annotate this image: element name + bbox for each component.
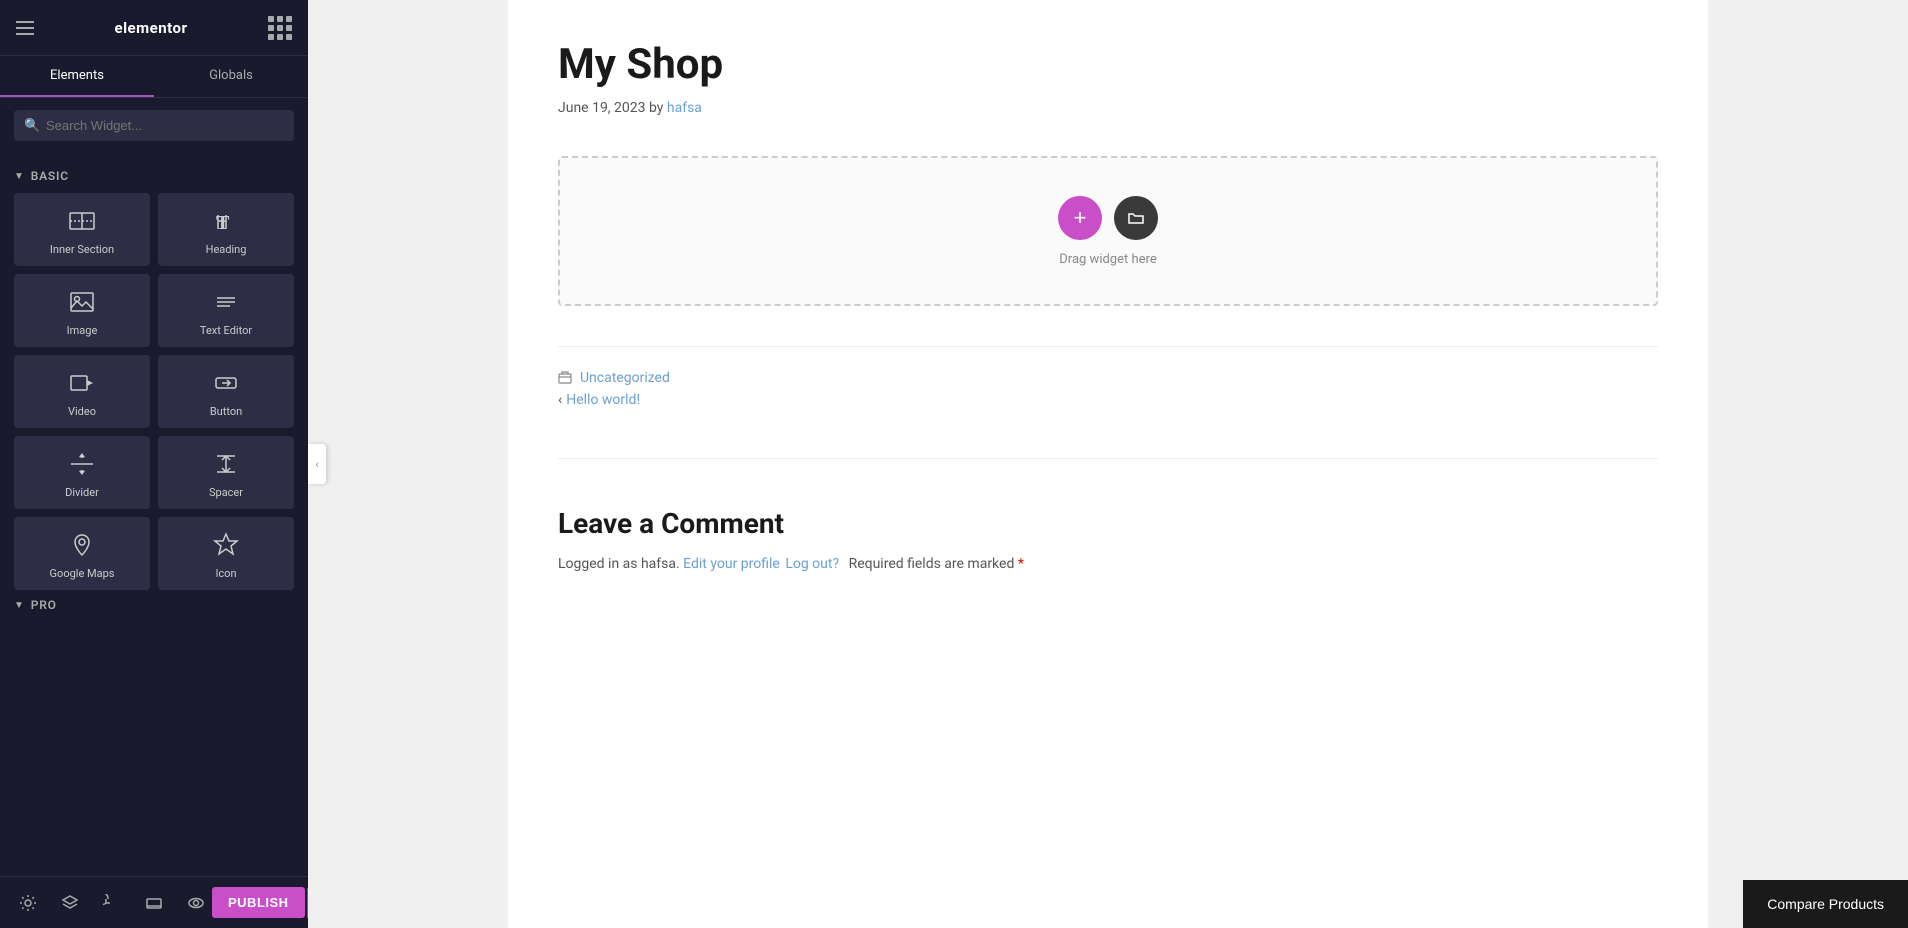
search-input[interactable]	[14, 110, 294, 141]
section-basic-arrow: ▼	[14, 171, 25, 182]
post-meta: June 19, 2023 by hafsa	[558, 100, 1658, 116]
post-by: by	[649, 100, 667, 116]
grid-menu-icon[interactable]	[268, 16, 292, 40]
divider-icon	[66, 450, 98, 478]
compare-products-button[interactable]: Compare Products	[1743, 880, 1908, 928]
search-icon: 🔍	[24, 118, 40, 133]
section-divider	[558, 458, 1658, 459]
settings-button[interactable]	[12, 887, 44, 919]
widget-divider[interactable]: Divider	[14, 436, 150, 509]
widget-spacer-label: Spacer	[209, 486, 243, 499]
page-content: My Shop June 19, 2023 by hafsa + Drag wi…	[508, 0, 1708, 928]
prev-post-link[interactable]: Hello world!	[566, 392, 640, 408]
search-wrapper: 🔍	[14, 110, 294, 141]
image-icon	[66, 288, 98, 316]
section-pro-header[interactable]: ▼ Pro	[14, 598, 294, 612]
bottom-toolbar: PUBLISH ▾	[0, 876, 308, 928]
widgets-panel: ▼ Basic Inner Section T	[0, 153, 308, 876]
drop-zone-buttons: +	[1058, 196, 1158, 240]
widget-inner-section-label: Inner Section	[50, 243, 114, 256]
hamburger-menu[interactable]	[16, 21, 34, 35]
post-date: June 19, 2023	[558, 100, 649, 116]
widget-spacer[interactable]: Spacer	[158, 436, 294, 509]
widget-heading[interactable]: T Heading	[158, 193, 294, 266]
drop-zone: + Drag widget here	[558, 156, 1658, 306]
widget-image[interactable]: Image	[14, 274, 150, 347]
publish-button[interactable]: PUBLISH	[212, 887, 305, 918]
widget-text-editor-label: Text Editor	[200, 324, 252, 337]
post-title: My Shop	[558, 40, 1658, 90]
layers-button[interactable]	[54, 887, 86, 919]
widget-text-editor[interactable]: Text Editor	[158, 274, 294, 347]
section-basic-header[interactable]: ▼ Basic	[14, 169, 294, 183]
preview-button[interactable]	[180, 887, 212, 919]
add-widget-button[interactable]: +	[1058, 196, 1102, 240]
inner-section-icon	[66, 207, 98, 235]
search-box: 🔍	[0, 98, 308, 153]
heading-icon: T	[210, 207, 242, 235]
tab-elements[interactable]: Elements	[0, 56, 154, 97]
logged-in-text: Logged in as hafsa.	[558, 556, 683, 572]
required-star: *	[1018, 556, 1024, 572]
category-link[interactable]: Uncategorized	[580, 370, 670, 386]
widget-icon[interactable]: Icon	[158, 517, 294, 590]
comment-title: Leave a Comment	[558, 507, 1658, 540]
section-pro-label: Pro	[31, 598, 57, 612]
widget-button[interactable]: Button	[158, 355, 294, 428]
responsive-button[interactable]	[138, 887, 170, 919]
comment-info: Logged in as hafsa. Edit your profile Lo…	[558, 556, 1658, 572]
widget-google-maps[interactable]: Google Maps	[14, 517, 150, 590]
icon-widget-icon	[210, 531, 242, 559]
history-button[interactable]	[96, 887, 128, 919]
logout-link[interactable]: Log out?	[785, 556, 839, 572]
edit-profile-link[interactable]: Edit your profile	[683, 556, 780, 572]
post-categories: Uncategorized	[558, 367, 1658, 386]
tab-globals[interactable]: Globals	[154, 56, 308, 97]
left-panel: elementor Elements Globals 🔍 ▼ Basic	[0, 0, 308, 928]
widget-icon-label: Icon	[215, 567, 236, 580]
panel-tabs: Elements Globals	[0, 56, 308, 98]
prev-arrow: ‹	[558, 392, 562, 408]
panel-collapse-handle[interactable]: ‹	[308, 444, 326, 484]
post-nav-prev: ‹ Hello world!	[558, 392, 1658, 408]
google-maps-icon	[66, 531, 98, 559]
post-author-link[interactable]: hafsa	[667, 100, 702, 116]
text-editor-icon	[210, 288, 242, 316]
widgets-grid-basic: Inner Section T Heading	[14, 193, 294, 590]
widget-google-maps-label: Google Maps	[50, 567, 115, 580]
widget-divider-label: Divider	[65, 486, 99, 499]
elementor-logo: elementor	[114, 19, 187, 37]
add-template-button[interactable]	[1114, 196, 1158, 240]
drag-widget-text: Drag widget here	[1059, 252, 1156, 267]
comment-section: Leave a Comment Logged in as hafsa. Edit…	[558, 487, 1658, 572]
widget-heading-label: Heading	[206, 243, 247, 256]
spacer-icon	[210, 450, 242, 478]
button-icon	[210, 369, 242, 397]
widget-button-label: Button	[210, 405, 242, 418]
post-footer: Uncategorized ‹ Hello world!	[558, 346, 1658, 428]
video-icon	[66, 369, 98, 397]
toolbar-icons-left	[12, 887, 212, 919]
widget-video[interactable]: Video	[14, 355, 150, 428]
content-area: My Shop June 19, 2023 by hafsa + Drag wi…	[308, 0, 1908, 928]
widget-inner-section[interactable]: Inner Section	[14, 193, 150, 266]
panel-header: elementor	[0, 0, 308, 56]
section-pro-arrow: ▼	[14, 600, 25, 611]
section-basic-label: Basic	[31, 169, 69, 183]
widget-image-label: Image	[67, 324, 98, 337]
required-note: Required fields are marked *	[849, 556, 1024, 572]
widget-video-label: Video	[68, 405, 96, 418]
